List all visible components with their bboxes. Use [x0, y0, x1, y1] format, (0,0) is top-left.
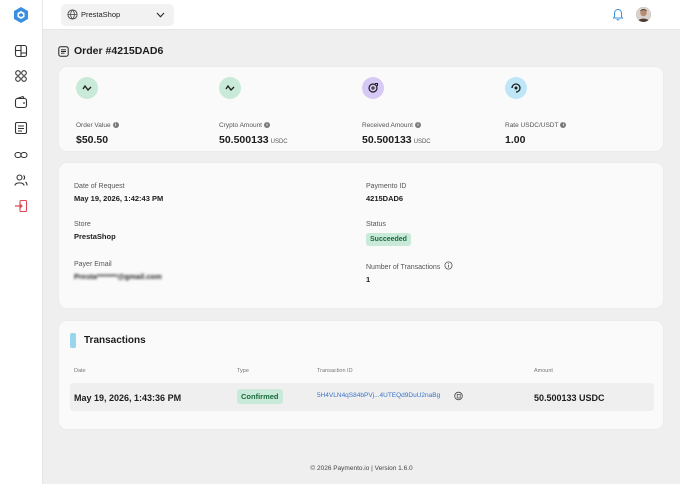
order-icon [58, 46, 69, 57]
field-value: 1 [366, 275, 371, 284]
page-title: Order #4215DAD6 [74, 45, 164, 57]
metric-label: Received Amount i [362, 122, 421, 129]
exchange-icon [505, 77, 527, 99]
dashboard-icon[interactable] [14, 44, 28, 58]
metric-label-text: Received Amount [362, 122, 413, 129]
field-label: Payer Email [74, 261, 112, 268]
user-avatar[interactable] [636, 7, 651, 22]
field-value: PrestaShop [74, 232, 116, 241]
field-label: Date of Request [74, 183, 125, 190]
metric-value: 1.00 [505, 134, 525, 146]
store-selector[interactable]: PrestaShop [61, 4, 174, 26]
field-label: Number of Transactions [366, 261, 453, 271]
field-label: Store [74, 221, 91, 228]
metric-label: Rate USDC/USDT i [505, 122, 567, 129]
metric-value: 50.500133 USDC [362, 134, 431, 146]
notification-bell-icon[interactable] [612, 8, 624, 21]
field-label-text: Number of Transactions [366, 264, 441, 271]
transaction-amount: 50.500133 USDC [534, 393, 605, 403]
footer-text: © 2026 Paymento.io | Version 1.6.0 [310, 465, 413, 472]
transactions-card: Transactions Date Type Transaction ID Am… [58, 320, 664, 430]
metric-label: Order Value i [76, 122, 119, 129]
invoice-icon[interactable] [14, 121, 28, 135]
metric-value-text: 1.00 [505, 134, 526, 146]
status-badge: Succeeded [366, 233, 411, 246]
order-metrics-card: Order Value i $50.50 Crypto Amount i 50.50… [58, 66, 664, 152]
transaction-id-link[interactable]: 5H4VLN4qS84bPVj...4UTEQd9DuU2naBg [317, 392, 440, 399]
section-accent [70, 333, 76, 348]
transaction-date: May 19, 2026, 1:43:36 PM [74, 393, 182, 403]
info-icon[interactable]: i [414, 122, 421, 128]
copy-icon[interactable] [454, 391, 463, 401]
metric-unit: USDC [413, 139, 431, 145]
metric-rate: Rate USDC/USDT i 1.00 [505, 77, 635, 147]
coin-icon [362, 77, 384, 99]
info-icon[interactable]: i [264, 122, 270, 128]
metric-order-value: Order Value i $50.50 [76, 77, 206, 147]
transaction-type-badge: Confirmed [237, 389, 283, 404]
column-header-date[interactable]: Date [74, 368, 86, 374]
metric-value: 50.500133 USDC [219, 134, 288, 146]
logout-icon[interactable] [14, 199, 28, 213]
users-icon[interactable] [14, 173, 28, 187]
apps-grid-icon[interactable] [14, 69, 28, 83]
table-row[interactable]: May 19, 2026, 1:43:36 PM Confirmed 5H4VL… [70, 383, 654, 411]
trend-icon [76, 77, 98, 99]
metric-label-text: Rate USDC/USDT [505, 122, 559, 129]
section-title: Transactions [84, 335, 146, 346]
field-label: Status [366, 221, 386, 228]
field-paymento-id: Paymento ID 4215DAD6 [366, 183, 406, 203]
field-store: Store PrestaShop [74, 221, 116, 241]
metric-label-text: Order Value [76, 122, 111, 129]
top-bar: PrestaShop [43, 0, 680, 30]
field-value: May 19, 2026, 1:42:43 PM [74, 194, 164, 203]
column-header-type[interactable]: Type [237, 368, 249, 374]
column-header-transaction-id[interactable]: Transaction ID [317, 368, 353, 374]
field-label: Paymento ID [366, 183, 407, 190]
field-number-of-transactions: Number of Transactions 1 [366, 261, 453, 284]
field-date-of-request: Date of Request May 19, 2026, 1:42:43 PM [74, 183, 163, 203]
trend-icon [219, 77, 241, 99]
metric-value-text: 50.500133 [219, 134, 269, 146]
field-status: Status Succeeded [366, 221, 411, 246]
globe-icon [67, 9, 78, 20]
metric-value: $50.50 [76, 134, 108, 146]
field-value: 4215DAD6 [366, 194, 404, 203]
link-icon[interactable] [14, 148, 28, 162]
sidebar [0, 0, 43, 484]
metric-unit: USDC [270, 139, 288, 145]
metric-crypto-amount: Crypto Amount i 50.500133 USDC [219, 77, 349, 147]
metric-value-text: 50.500133 [362, 134, 412, 146]
order-details-card: Date of Request May 19, 2026, 1:42:43 PM… [58, 162, 664, 309]
metric-value-text: $50.50 [76, 134, 109, 146]
field-value: Presta*******@gmail.com [74, 272, 162, 281]
field-payer-email: Payer Email Presta*******@gmail.com [74, 261, 162, 281]
avatar-image [636, 7, 651, 22]
column-header-amount[interactable]: Amount [534, 368, 553, 374]
info-icon[interactable]: i [560, 122, 567, 128]
metric-received-amount: Received Amount i 50.500133 USDC [362, 77, 492, 147]
chevron-down-icon [156, 12, 165, 18]
info-icon[interactable] [444, 261, 453, 270]
metric-label-text: Crypto Amount [219, 122, 262, 129]
wallet-icon[interactable] [14, 95, 28, 109]
metric-label: Crypto Amount i [219, 122, 270, 129]
info-icon[interactable]: i [112, 122, 119, 128]
paymento-logo[interactable] [12, 6, 30, 24]
store-selector-label: PrestaShop [81, 10, 121, 19]
